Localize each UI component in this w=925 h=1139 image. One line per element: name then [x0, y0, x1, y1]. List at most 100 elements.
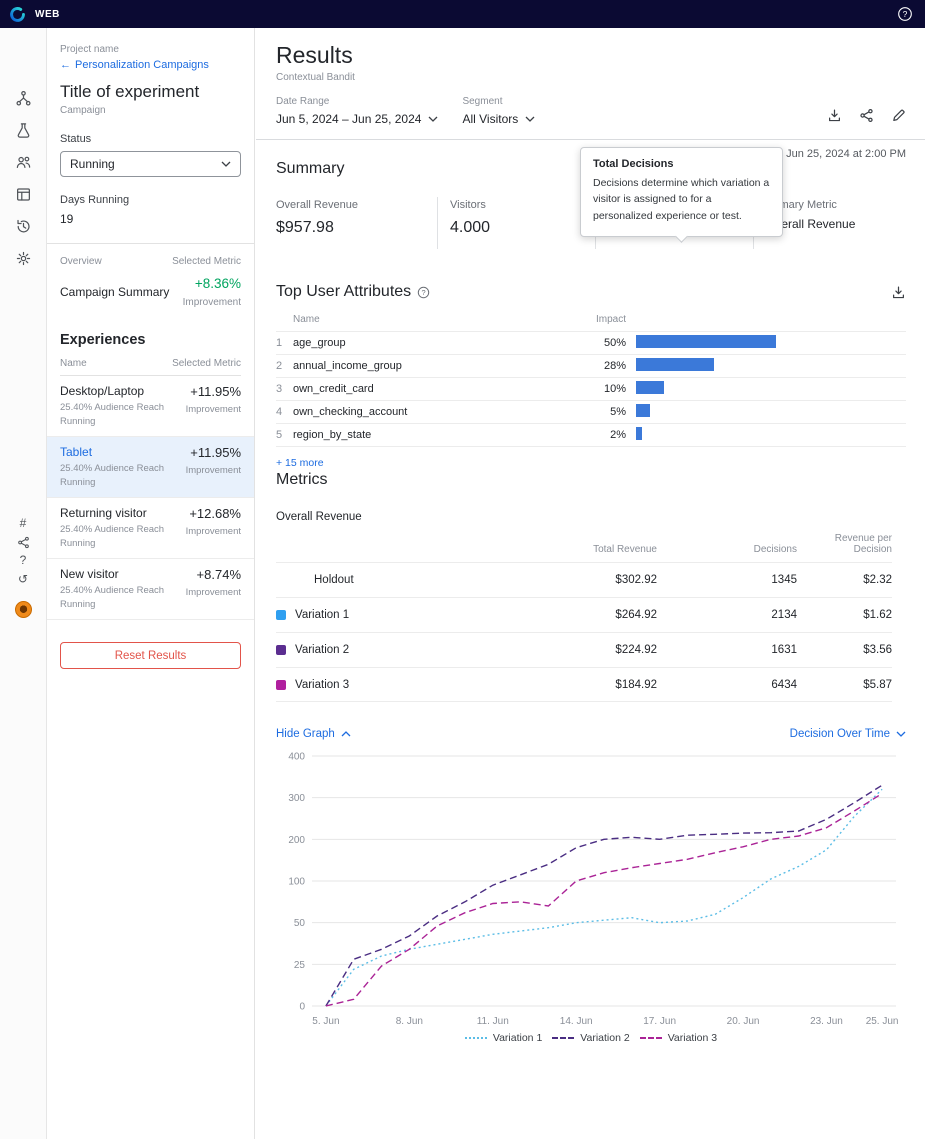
legend-line-swatch	[552, 1037, 574, 1039]
variation-swatch	[276, 645, 286, 655]
divider	[47, 243, 254, 244]
attribute-row: 4 own_checking_account 5%	[276, 401, 906, 424]
pages-board-icon[interactable]	[15, 186, 32, 203]
svg-text:25. Jun: 25. Jun	[866, 1016, 899, 1027]
svg-text:8. Jun: 8. Jun	[396, 1016, 423, 1027]
svg-text:200: 200	[288, 835, 305, 846]
audiences-users-icon[interactable]	[15, 154, 32, 171]
attr-header-impact: Impact	[588, 314, 626, 325]
svg-text:50: 50	[294, 918, 306, 929]
chevron-down-icon	[525, 116, 535, 122]
attributes-title: Top User Attributes	[276, 283, 411, 301]
show-more-attributes-link[interactable]: + 15 more	[276, 457, 324, 469]
chevron-down-icon	[221, 161, 231, 167]
metrics-row-variation-3: Variation 3 $184.92 6434 $5.87	[276, 667, 892, 702]
legend-variation-1[interactable]: Variation 1	[465, 1032, 542, 1044]
back-to-campaigns-link[interactable]: ← Personalization Campaigns	[60, 59, 241, 71]
history-icon[interactable]	[15, 218, 32, 235]
help-circle-icon[interactable]: ?	[20, 553, 27, 569]
svg-text:23. Jun: 23. Jun	[810, 1016, 843, 1027]
impact-bar	[636, 335, 776, 348]
svg-text:20. Jun: 20. Jun	[727, 1016, 760, 1027]
nav-rail: # ? ↺	[0, 28, 47, 1139]
experiment-title: Title of experiment	[60, 82, 241, 102]
reset-results-button[interactable]: Reset Results	[60, 642, 241, 669]
date-range-control[interactable]: Date Range Jun 5, 2024 – Jun 25, 2024	[276, 96, 438, 126]
date-range-value: Jun 5, 2024 – Jun 25, 2024	[276, 112, 421, 126]
experience-item-desktop-laptop[interactable]: Desktop/Laptop 25.40% Audience Reach Run…	[47, 376, 254, 437]
days-running-value: 19	[60, 212, 241, 226]
decisions-over-time-chart: 400300200100502505. Jun8. Jun11. Jun14. …	[276, 746, 906, 1030]
attr-header-name: Name	[293, 314, 588, 325]
summary-card-visitors: Visitors 4.000	[437, 197, 595, 249]
attributes-table: Name Impact 1 age_group 50% 2 annual_inc…	[276, 314, 906, 447]
exp-header-name: Name	[60, 358, 87, 369]
impact-bar	[636, 427, 642, 440]
help-icon[interactable]: ?	[897, 6, 913, 22]
attribute-row: 2 annual_income_group 28%	[276, 355, 906, 378]
graph-metric-select[interactable]: Decision Over Time	[790, 728, 906, 740]
hide-graph-toggle[interactable]: Hide Graph	[276, 728, 351, 740]
user-avatar[interactable]	[15, 601, 32, 618]
segment-control[interactable]: Segment All Visitors	[462, 96, 535, 126]
col-decisions: Decisions	[657, 544, 797, 555]
share-nodes-icon[interactable]	[17, 536, 30, 549]
svg-text:?: ?	[422, 288, 426, 297]
settings-gear-icon[interactable]	[15, 250, 32, 267]
legend-variation-3[interactable]: Variation 3	[640, 1032, 717, 1044]
undo-icon[interactable]: ↺	[18, 572, 28, 588]
sidebar: Project name ← Personalization Campaigns…	[47, 28, 255, 1139]
experience-item-returning-visitor[interactable]: Returning visitor 25.40% Audience Reach …	[47, 498, 254, 559]
product-name: WEB	[35, 9, 60, 20]
overview-label: Overview	[60, 256, 102, 267]
exp-header-metric: Selected Metric	[172, 358, 241, 369]
campaign-summary-sub: Improvement	[183, 297, 241, 308]
main-content: Results Contextual Bandit Date Range Jun…	[256, 28, 925, 1139]
attribute-row: 3 own_credit_card 10%	[276, 378, 906, 401]
status-select[interactable]: Running	[60, 151, 241, 177]
page-title: Results	[276, 42, 906, 69]
selected-metric-label: Selected Metric	[172, 256, 241, 267]
attribute-row: 5 region_by_state 2%	[276, 424, 906, 447]
campaign-summary-row[interactable]: Campaign Summary +8.36% Improvement	[60, 276, 241, 318]
svg-text:14. Jun: 14. Jun	[560, 1016, 593, 1027]
svg-text:?: ?	[903, 9, 908, 19]
attribute-row: 1 age_group 50%	[276, 332, 906, 355]
status-value: Running	[70, 157, 115, 171]
segment-value: All Visitors	[462, 112, 518, 126]
campaigns-flow-icon[interactable]	[15, 90, 32, 107]
back-arrow-icon: ←	[60, 59, 71, 71]
share-icon[interactable]	[859, 108, 874, 123]
svg-text:0: 0	[299, 1002, 305, 1013]
days-running-label: Days Running	[60, 194, 241, 206]
chevron-down-icon	[428, 116, 438, 122]
chevron-down-icon	[896, 731, 906, 737]
col-total-revenue: Total Revenue	[507, 544, 657, 555]
variation-swatch	[276, 680, 286, 690]
attributes-help-icon[interactable]: ?	[417, 286, 430, 299]
impact-bar	[636, 404, 650, 417]
metrics-row-holdout: Holdout $302.92 1345 $2.32	[276, 562, 892, 597]
download-icon[interactable]	[827, 108, 842, 123]
attributes-download-icon[interactable]	[891, 285, 906, 300]
chart-legend: Variation 1 Variation 2 Variation 3	[276, 1032, 906, 1044]
metrics-title: Metrics	[276, 471, 906, 489]
legend-variation-2[interactable]: Variation 2	[552, 1032, 629, 1044]
hash-icon[interactable]: #	[20, 516, 27, 532]
metrics-row-variation-1: Variation 1 $264.92 2134 $1.62	[276, 597, 892, 632]
metrics-table: Total Revenue Decisions Revenue per Deci…	[276, 525, 892, 702]
svg-text:400: 400	[288, 752, 305, 763]
page-subtitle: Contextual Bandit	[276, 72, 906, 83]
col-revenue-per-decision: Revenue per Decision	[797, 533, 892, 555]
experience-item-tablet[interactable]: Tablet 25.40% Audience Reach Running +11…	[47, 437, 254, 498]
svg-text:25: 25	[294, 960, 306, 971]
impact-bar	[636, 358, 714, 371]
experiments-flask-icon[interactable]	[15, 122, 32, 139]
experience-item-new-visitor[interactable]: New visitor 25.40% Audience Reach Runnin…	[47, 559, 254, 620]
svg-text:300: 300	[288, 793, 305, 804]
metrics-subtitle: Overall Revenue	[276, 511, 906, 523]
optimizely-logo[interactable]	[9, 6, 26, 23]
edit-pencil-icon[interactable]	[891, 108, 906, 123]
campaign-label: Campaign	[60, 105, 241, 116]
status-label: Status	[60, 133, 241, 145]
